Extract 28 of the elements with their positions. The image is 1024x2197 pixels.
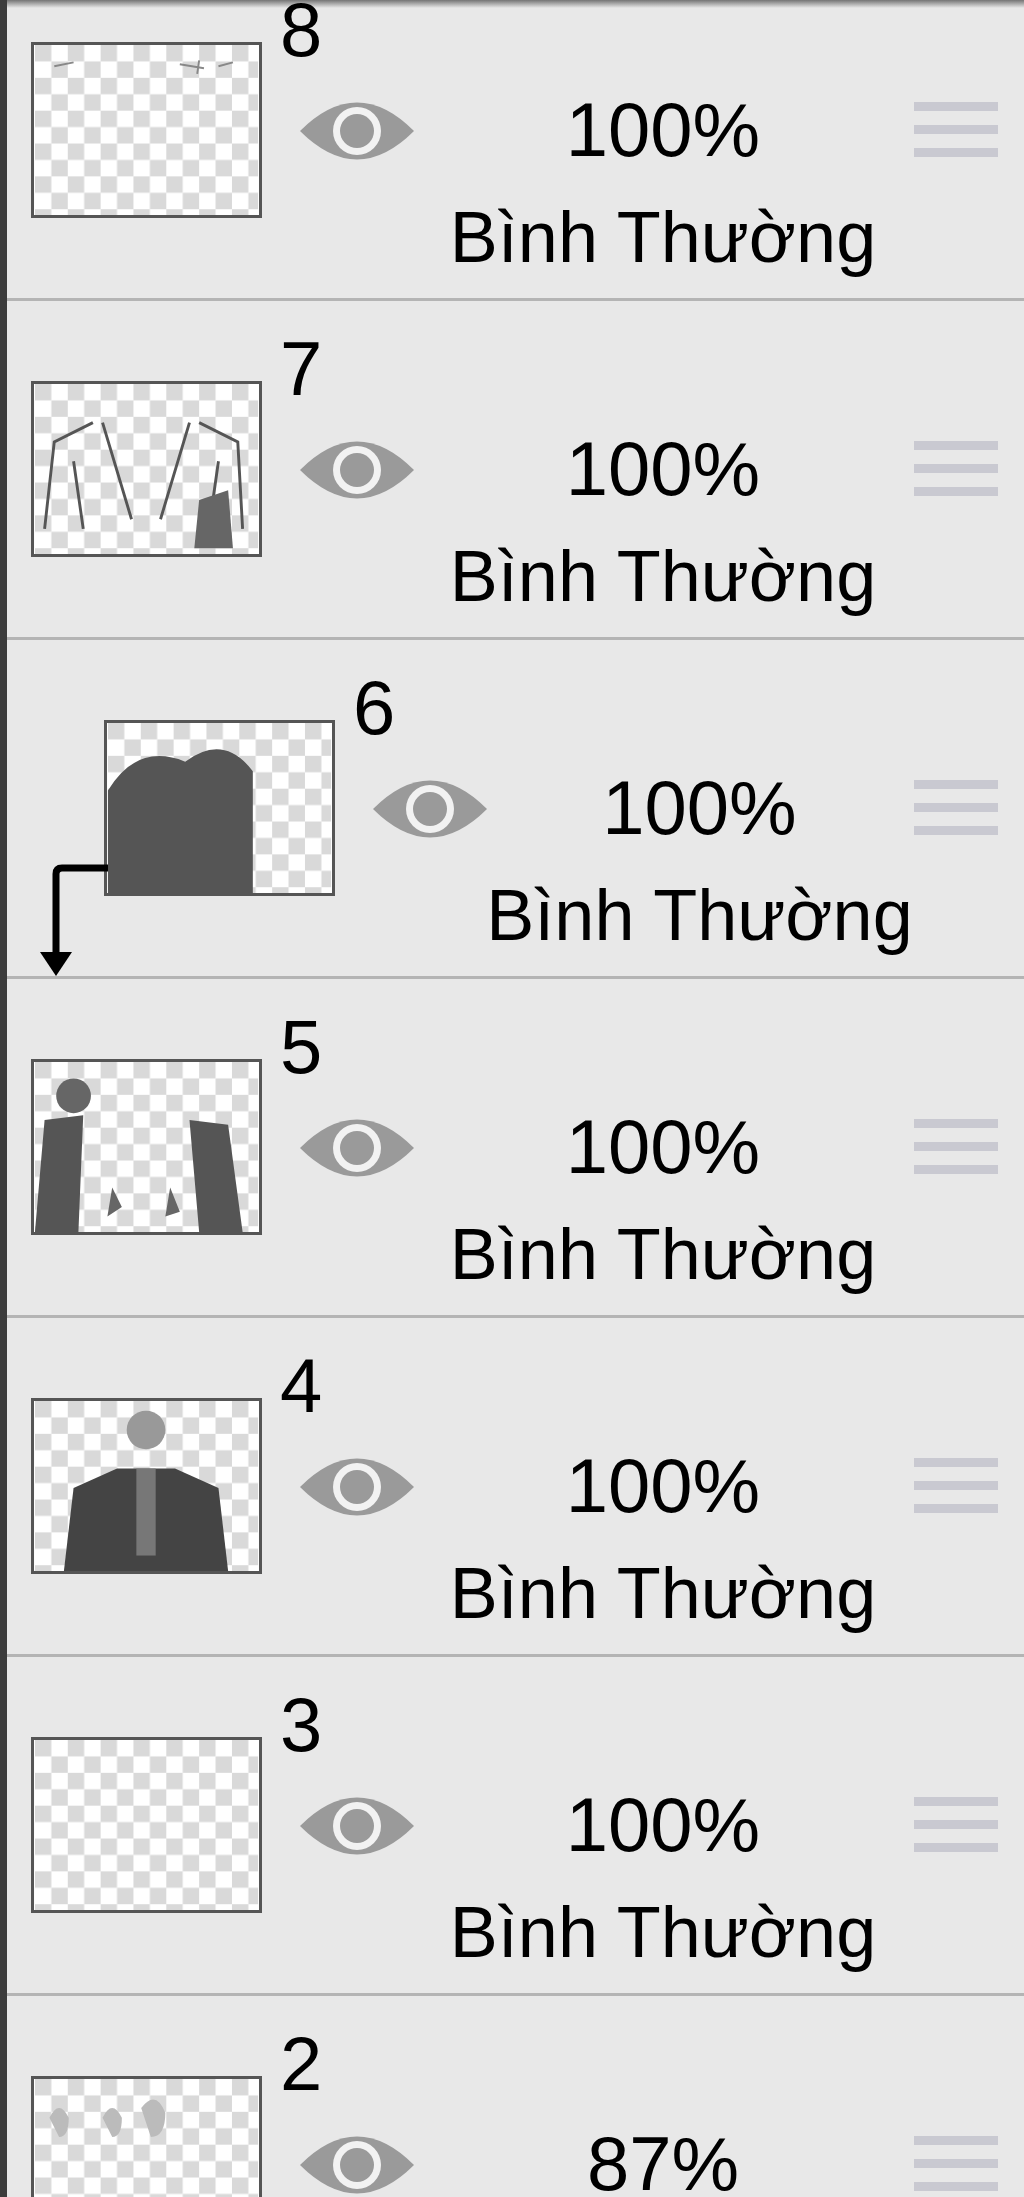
drag-handle-icon[interactable] <box>914 2136 998 2192</box>
drag-handle-icon[interactable] <box>914 780 998 836</box>
blend-mode: Bình Thường <box>449 1555 877 1631</box>
opacity-value: 100% <box>565 1793 761 1857</box>
layer-number: 6 <box>353 679 396 737</box>
drag-handle-icon[interactable] <box>914 1797 998 1853</box>
opacity-value: 100% <box>565 98 761 162</box>
layer-row[interactable]: 8 100% Bình Thường <box>7 0 1024 301</box>
drag-handle-icon[interactable] <box>914 102 998 158</box>
layer-number: 7 <box>280 340 323 398</box>
blend-mode: Bình Thường <box>449 1894 877 1970</box>
layer-number: 4 <box>280 1357 323 1415</box>
layer-number: 8 <box>280 1 323 59</box>
drag-handle-icon[interactable] <box>914 441 998 497</box>
layer-number: 5 <box>280 1018 323 1076</box>
layer-number: 2 <box>280 2035 323 2093</box>
opacity-value: 100% <box>565 437 761 501</box>
drag-handle-icon[interactable] <box>914 1119 998 1175</box>
opacity-value: 87% <box>586 2132 740 2196</box>
blend-mode: Bình Thường <box>449 1216 877 1292</box>
blend-mode: Bình Thường <box>449 199 877 275</box>
blend-mode: Bình Thường <box>486 877 913 953</box>
opacity-value: 100% <box>565 1115 761 1179</box>
blend-mode: Bình Thường <box>449 538 877 614</box>
drag-handle-icon[interactable] <box>914 1458 998 1514</box>
opacity-value: 100% <box>602 776 797 840</box>
layer-number: 3 <box>280 1696 323 1754</box>
opacity-value: 100% <box>565 1454 761 1518</box>
